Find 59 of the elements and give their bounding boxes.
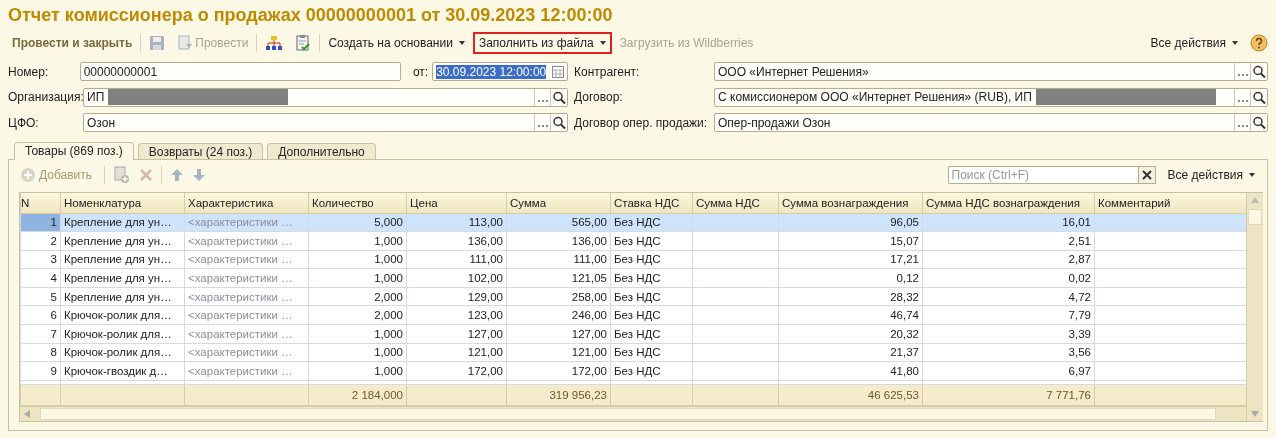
close-icon[interactable]	[1137, 165, 1156, 184]
field-label: Договор:	[574, 90, 624, 105]
table-row[interactable]: 2 Крепление для ун… <характеристики … 1,000 136,00 136,00 Без НДС 15,07 2,51	[20, 231, 1247, 251]
table-row[interactable]: 5 Крепление для ун… <характеристики … 2,000 129,00 258,00 Без НДС 28,32 4,72	[20, 287, 1247, 306]
search-icon[interactable]	[1250, 88, 1267, 106]
column-header[interactable]: Характеристика	[184, 192, 309, 213]
date-field[interactable]: 30.09.2023 12:00:00	[432, 62, 568, 82]
number-field[interactable]: 00000000001	[79, 62, 401, 82]
reference-field[interactable]: Опер-продажи Озон	[714, 113, 1268, 133]
reference-field[interactable]: Озон	[83, 113, 568, 133]
search-icon[interactable]	[1250, 63, 1267, 81]
column-header[interactable]: Сумма	[506, 192, 611, 213]
column-header[interactable]: Комментарий	[1094, 192, 1247, 213]
plus-circle-icon	[20, 166, 36, 183]
tab[interactable]: Товары (869 поз.)	[14, 141, 134, 160]
column-header[interactable]: Сумма НДС	[692, 192, 779, 213]
field-label: Организация:	[8, 90, 83, 105]
document-icon	[177, 35, 194, 51]
column-header[interactable]: N	[20, 192, 61, 213]
table-row[interactable]: 1 Крепление для ун… <характеристики … 5,000 113,00 565,00 Без НДС 96,05 16,01	[20, 213, 1247, 232]
reference-field[interactable]: ИП	[83, 87, 568, 107]
field-label: от:	[412, 64, 429, 79]
reference-field[interactable]: С комиссионером ООО «Интернет Решения» (RUB), ИП	[714, 87, 1268, 107]
field-label: ЦФО:	[8, 115, 40, 130]
all-actions-button[interactable]: Все действия	[1146, 33, 1242, 53]
search-icon[interactable]	[550, 88, 567, 106]
table-row[interactable]: 6 Крючок-ролик для… <характеристики … 2,000 123,00 246,00 Без НДС 46,74 7,79	[20, 305, 1247, 325]
table-row[interactable]: 7 Крючок-ролик для… <характеристики … 1,000 127,00 127,00 Без НДС 20,32 3,39	[20, 324, 1247, 344]
field-label: Контрагент:	[574, 64, 641, 79]
table-row[interactable]: 4 Крепление для ун… <характеристики … 1,000 102,00 121,05 Без НДС 0,12 0,02	[20, 268, 1247, 288]
column-header[interactable]: Цена	[406, 192, 507, 213]
tab[interactable]: Дополнительно	[267, 142, 376, 159]
field-label: Договор опер. продажи:	[574, 115, 709, 130]
search-icon[interactable]	[550, 114, 567, 132]
column-header[interactable]: Ставка НДС	[610, 192, 693, 213]
all-actions-button[interactable]: Все действия	[1163, 164, 1259, 185]
vertical-scrollbar[interactable]	[1246, 192, 1263, 421]
total-cell: 319 956,23	[549, 388, 607, 401]
table-row[interactable]: 3 Крепление для ун… <характеристики … 1,000 111,00 111,00 Без НДС 17,21 2,87	[20, 250, 1247, 269]
help-icon[interactable]	[1250, 34, 1268, 52]
total-cell: 46 625,53	[867, 388, 919, 401]
column-header[interactable]: Количество	[308, 192, 407, 213]
table-row[interactable]: 8 Крючок-ролик для… <характеристики … 1,000 121,00 121,00 Без НДС 21,37 3,56	[20, 343, 1247, 362]
dropdown-menu-button[interactable]: Создать на основании	[324, 33, 469, 53]
column-header[interactable]: Номенклатура	[60, 192, 185, 213]
dropdown-menu-button[interactable]: Заполнить из файла	[472, 32, 612, 54]
total-cell: 7 771,76	[1046, 388, 1091, 401]
reference-field[interactable]: ООО «Интернет Решения»	[714, 62, 1268, 82]
table-row[interactable]: 9 Крючок-гвоздик д… <характеристики … 1,000 172,00 172,00 Без НДС 41,80 6,97	[20, 361, 1247, 381]
window-title: Отчет комиссионера о продажах 00000000001 от 30.09.2023 12:00:00	[8, 4, 614, 27]
total-cell: 2 184,000	[351, 388, 403, 401]
search-icon[interactable]	[1250, 114, 1267, 132]
calendar-icon[interactable]	[552, 65, 564, 78]
column-header[interactable]: Сумма вознаграждения	[778, 192, 923, 213]
column-header[interactable]: Сумма НДС вознаграждения	[922, 192, 1095, 213]
field-label: Номер:	[8, 64, 50, 79]
post-and-close-button[interactable]: Провести и закрыть	[8, 33, 137, 53]
tab[interactable]: Возвраты (24 поз.)	[137, 142, 264, 159]
search-field[interactable]: Поиск (Ctrl+F)	[947, 165, 1138, 184]
